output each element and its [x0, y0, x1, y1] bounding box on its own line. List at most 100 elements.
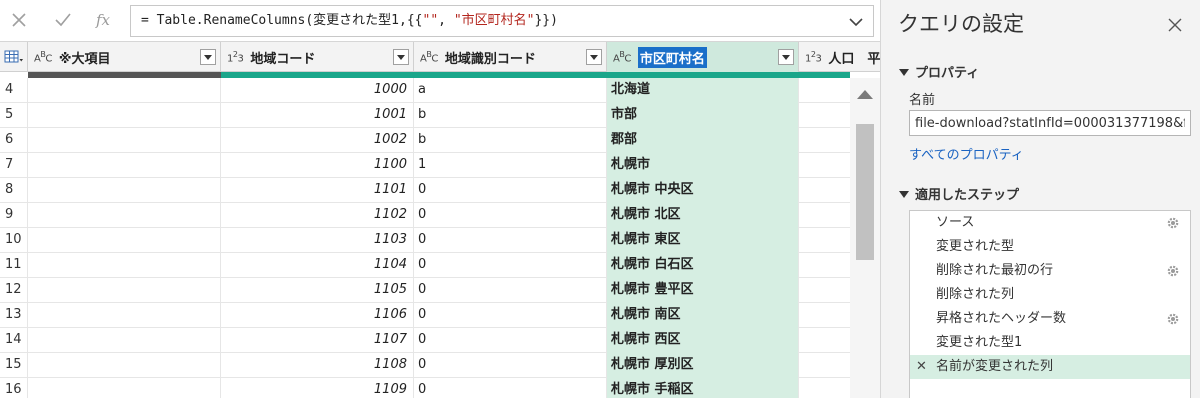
- cell-jinko[interactable]: [799, 228, 849, 253]
- vertical-scrollbar[interactable]: [850, 78, 880, 398]
- cell-chiiki-code[interactable]: 1002: [221, 128, 414, 153]
- cell-shikuchoson[interactable]: 札幌市 白石区: [607, 253, 799, 278]
- number-type-icon[interactable]: 123: [227, 50, 244, 64]
- column-name-editing[interactable]: 市区町村名: [637, 46, 707, 68]
- cell-jinko[interactable]: [799, 278, 849, 303]
- cell-jinko[interactable]: [799, 103, 849, 128]
- close-icon[interactable]: [1164, 14, 1186, 36]
- all-properties-link[interactable]: すべてのプロパティ: [909, 144, 1024, 163]
- cell-shikibetsu-code[interactable]: 0: [414, 278, 607, 303]
- cell-chiiki-code[interactable]: 1106: [221, 303, 414, 328]
- cell-daikomoku[interactable]: [28, 303, 221, 328]
- cell-shikibetsu-code[interactable]: 0: [414, 203, 607, 228]
- filter-dropdown-icon[interactable]: [586, 49, 602, 65]
- table-menu-icon[interactable]: [0, 42, 28, 72]
- cell-shikibetsu-code[interactable]: 0: [414, 303, 607, 328]
- cell-shikuchoson[interactable]: 札幌市 東区: [607, 228, 799, 253]
- cell-shikibetsu-code[interactable]: a: [414, 78, 607, 103]
- cell-jinko[interactable]: [799, 128, 849, 153]
- scrollbar-thumb[interactable]: [856, 124, 874, 260]
- step-item[interactable]: 削除された最初の行: [910, 259, 1190, 283]
- cell-shikibetsu-code[interactable]: 0: [414, 228, 607, 253]
- cell-shikuchoson[interactable]: 札幌市 北区: [607, 203, 799, 228]
- delete-step-icon[interactable]: ✕: [916, 355, 927, 379]
- cell-jinko[interactable]: [799, 178, 849, 203]
- cell-shikibetsu-code[interactable]: 0: [414, 328, 607, 353]
- fx-button[interactable]: fx: [90, 8, 116, 32]
- cell-daikomoku[interactable]: [28, 103, 221, 128]
- column-header-shikuchoson[interactable]: ABC 市区町村名: [607, 42, 799, 72]
- cell-chiiki-code[interactable]: 1101: [221, 178, 414, 203]
- cell-chiiki-code[interactable]: 1102: [221, 203, 414, 228]
- cell-chiiki-code[interactable]: 1109: [221, 378, 414, 398]
- cell-daikomoku[interactable]: [28, 78, 221, 103]
- table-row[interactable]: 10 1103 0 札幌市 東区: [0, 228, 880, 253]
- cell-jinko[interactable]: [799, 303, 849, 328]
- cell-jinko[interactable]: [799, 78, 849, 103]
- cell-jinko[interactable]: [799, 328, 849, 353]
- number-type-icon[interactable]: 123: [805, 50, 822, 64]
- cell-jinko[interactable]: [799, 153, 849, 178]
- cell-chiiki-code[interactable]: 1104: [221, 253, 414, 278]
- table-row[interactable]: 11 1104 0 札幌市 白石区: [0, 253, 880, 278]
- table-row[interactable]: 9 1102 0 札幌市 北区: [0, 203, 880, 228]
- filter-dropdown-icon[interactable]: [393, 49, 409, 65]
- table-row[interactable]: 12 1105 0 札幌市 豊平区: [0, 278, 880, 303]
- cell-daikomoku[interactable]: [28, 178, 221, 203]
- cell-chiiki-code[interactable]: 1108: [221, 353, 414, 378]
- table-row[interactable]: 5 1001 b 市部: [0, 103, 880, 128]
- cell-chiiki-code[interactable]: 1105: [221, 278, 414, 303]
- cell-jinko[interactable]: [799, 203, 849, 228]
- step-item[interactable]: 昇格されたヘッダー数: [910, 307, 1190, 331]
- table-row[interactable]: 8 1101 0 札幌市 中央区: [0, 178, 880, 203]
- step-item[interactable]: ソース: [910, 211, 1190, 235]
- cell-shikibetsu-code[interactable]: b: [414, 103, 607, 128]
- cell-shikibetsu-code[interactable]: b: [414, 128, 607, 153]
- cell-daikomoku[interactable]: [28, 353, 221, 378]
- column-header-jinko[interactable]: 123 人口 平: [799, 42, 880, 72]
- cell-shikuchoson[interactable]: 札幌市 豊平区: [607, 278, 799, 303]
- cell-chiiki-code[interactable]: 1001: [221, 103, 414, 128]
- cell-daikomoku[interactable]: [28, 203, 221, 228]
- table-row[interactable]: 6 1002 b 郡部: [0, 128, 880, 153]
- cell-shikuchoson[interactable]: 札幌市 手稲区: [607, 378, 799, 398]
- cell-chiiki-code[interactable]: 1107: [221, 328, 414, 353]
- cell-shikibetsu-code[interactable]: 0: [414, 178, 607, 203]
- column-header-daikomoku[interactable]: ABC ※大項目: [28, 42, 221, 72]
- cancel-icon[interactable]: [8, 8, 30, 32]
- checkmark-icon[interactable]: [52, 8, 74, 32]
- cell-daikomoku[interactable]: [28, 228, 221, 253]
- cell-shikuchoson[interactable]: 札幌市 南区: [607, 303, 799, 328]
- collapse-triangle-icon[interactable]: [899, 69, 909, 76]
- table-row[interactable]: 4 1000 a 北海道: [0, 78, 880, 103]
- cell-jinko[interactable]: [799, 353, 849, 378]
- gear-icon[interactable]: [1166, 312, 1180, 326]
- cell-daikomoku[interactable]: [28, 278, 221, 303]
- text-type-icon[interactable]: ABC: [613, 50, 631, 64]
- gear-icon[interactable]: [1166, 216, 1180, 230]
- cell-chiiki-code[interactable]: 1100: [221, 153, 414, 178]
- text-type-icon[interactable]: ABC: [34, 50, 52, 64]
- cell-shikuchoson[interactable]: 札幌市 厚別区: [607, 353, 799, 378]
- table-row[interactable]: 7 1100 1 札幌市: [0, 153, 880, 178]
- table-row[interactable]: 15 1108 0 札幌市 厚別区: [0, 353, 880, 378]
- scroll-up-icon[interactable]: [857, 90, 873, 99]
- collapse-triangle-icon[interactable]: [899, 191, 909, 198]
- cell-jinko[interactable]: [799, 378, 849, 398]
- cell-shikuchoson[interactable]: 市部: [607, 103, 799, 128]
- cell-shikuchoson[interactable]: 北海道: [607, 78, 799, 103]
- text-type-icon[interactable]: ABC: [420, 50, 438, 64]
- cell-daikomoku[interactable]: [28, 328, 221, 353]
- cell-jinko[interactable]: [799, 253, 849, 278]
- applied-steps-section-header[interactable]: 適用したステップ: [899, 184, 1019, 203]
- formula-input[interactable]: = Table.RenameColumns(変更された型1,{{"", "市区町…: [130, 5, 874, 37]
- step-item[interactable]: 変更された型1: [910, 331, 1190, 355]
- step-item[interactable]: 削除された列: [910, 283, 1190, 307]
- cell-daikomoku[interactable]: [28, 378, 221, 398]
- step-item-active[interactable]: ✕ 名前が変更された列: [910, 355, 1190, 379]
- properties-section-header[interactable]: プロパティ: [899, 62, 979, 81]
- cell-shikuchoson[interactable]: 郡部: [607, 128, 799, 153]
- filter-dropdown-icon[interactable]: [200, 49, 216, 65]
- cell-shikibetsu-code[interactable]: 1: [414, 153, 607, 178]
- cell-daikomoku[interactable]: [28, 153, 221, 178]
